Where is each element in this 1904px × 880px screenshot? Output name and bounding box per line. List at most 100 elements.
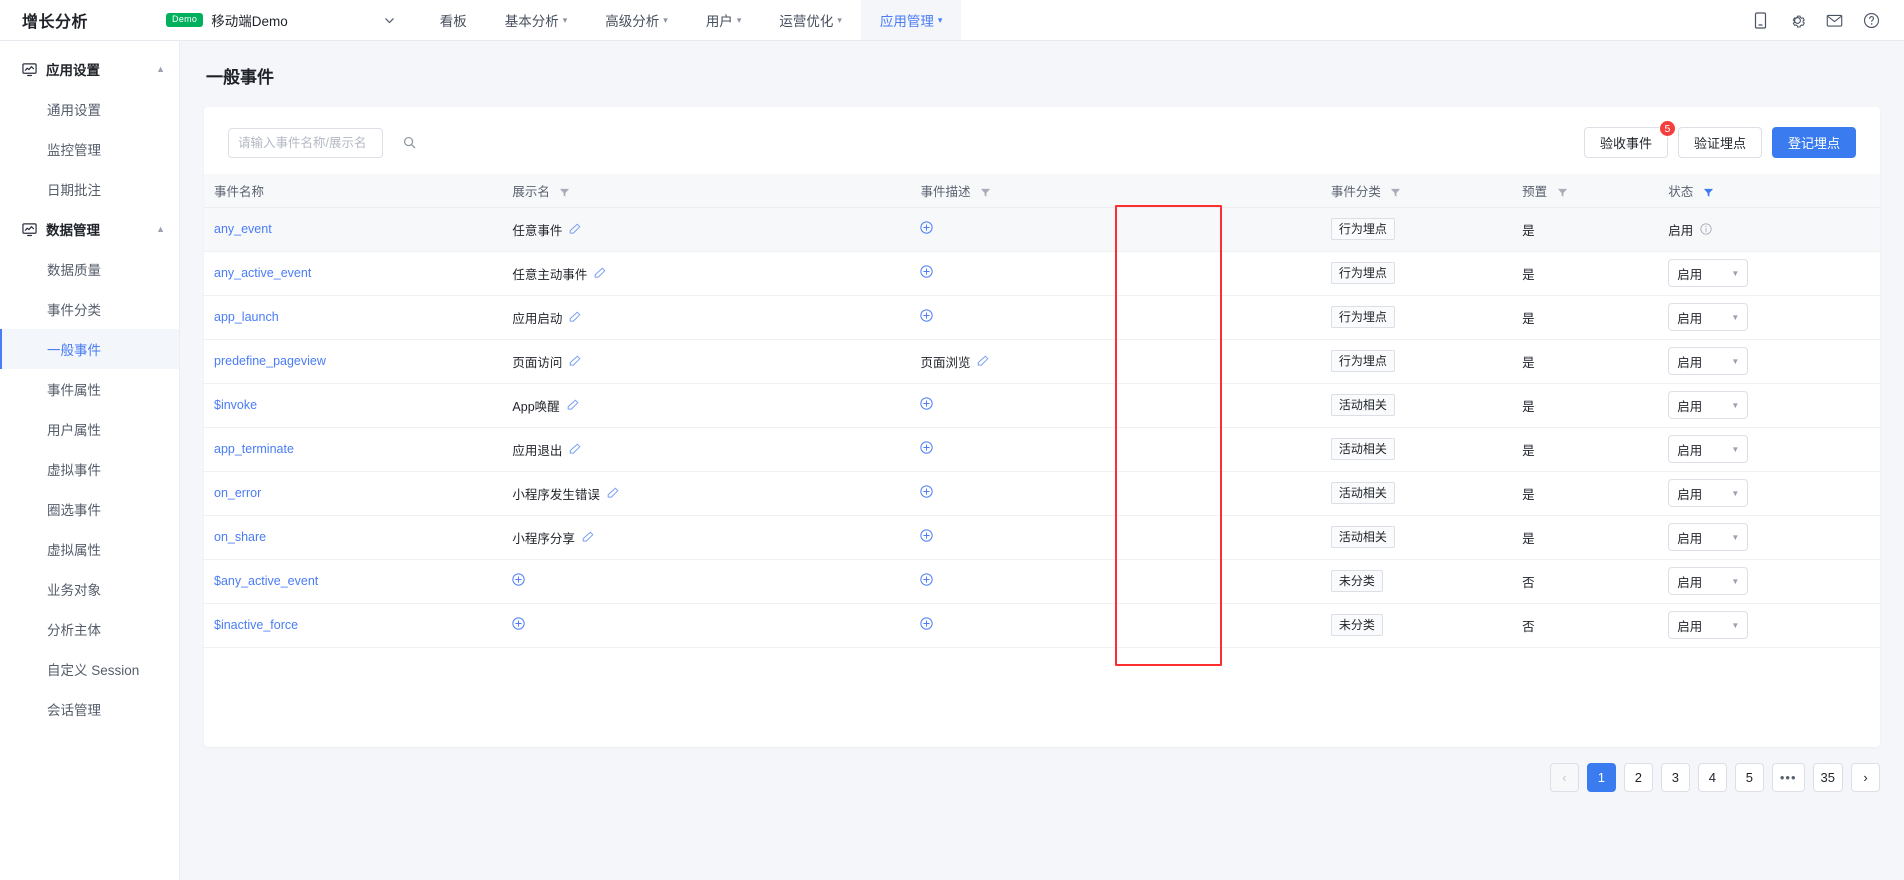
- edit-pencil-icon[interactable]: [977, 355, 989, 367]
- edit-pencil-icon[interactable]: [567, 399, 579, 411]
- event-name-link[interactable]: app_terminate: [214, 442, 294, 456]
- nav-item-5-active[interactable]: 应用管理 ▾: [860, 0, 962, 40]
- help-icon[interactable]: [1863, 12, 1880, 29]
- sidebar-item-monitor-management[interactable]: 监控管理: [0, 129, 179, 169]
- column-header-preset[interactable]: 预置: [1512, 174, 1659, 208]
- edit-pencil-icon[interactable]: [607, 487, 619, 499]
- event-name-link[interactable]: predefine_pageview: [214, 354, 326, 368]
- nav-item-0[interactable]: 看板: [421, 0, 486, 40]
- pagination-page-2[interactable]: 2: [1623, 763, 1653, 792]
- pagination-page-4[interactable]: 4: [1697, 763, 1727, 792]
- search-input-wrapper[interactable]: [228, 127, 416, 158]
- sidebar-item-general-events[interactable]: 一般事件: [0, 329, 179, 369]
- status-select[interactable]: 启用 ▼: [1668, 567, 1749, 595]
- add-circle-icon[interactable]: [920, 265, 934, 278]
- add-circle-icon[interactable]: [920, 441, 934, 454]
- pagination-next[interactable]: ›: [1851, 763, 1880, 792]
- project-selector[interactable]: Demo 移动端Demo: [166, 0, 395, 40]
- event-name-link[interactable]: on_error: [214, 486, 261, 500]
- pagination-ellipsis[interactable]: •••: [1771, 763, 1805, 792]
- edit-pencil-icon[interactable]: [569, 223, 581, 235]
- edit-pencil-icon[interactable]: [582, 531, 594, 543]
- sidebar-item-data-quality[interactable]: 数据质量: [0, 249, 179, 289]
- sidebar-item-business-object[interactable]: 业务对象: [0, 569, 179, 609]
- verify-tracking-button[interactable]: 验证埋点: [1677, 127, 1762, 158]
- sidebar-item-event-properties[interactable]: 事件属性: [0, 369, 179, 409]
- table-row[interactable]: predefine_pageview 页面访问 页面浏览 行为埋点 是 启用 ▼: [204, 339, 1880, 384]
- add-circle-icon[interactable]: [920, 529, 934, 542]
- sidebar-group-data-management[interactable]: 数据管理 ▲: [0, 209, 179, 249]
- add-circle-icon[interactable]: [920, 221, 934, 234]
- sidebar-item-virtual-events[interactable]: 虚拟事件: [0, 449, 179, 489]
- mobile-icon[interactable]: [1752, 11, 1769, 29]
- gear-icon[interactable]: [1789, 12, 1806, 29]
- column-header-status[interactable]: 状态: [1658, 174, 1880, 208]
- edit-pencil-icon[interactable]: [569, 355, 581, 367]
- status-select[interactable]: 启用 ▼: [1668, 259, 1749, 287]
- sidebar-item-date-annotation[interactable]: 日期批注: [0, 169, 179, 209]
- sidebar-item-selected-events[interactable]: 圈选事件: [0, 489, 179, 529]
- status-select[interactable]: 启用 ▼: [1668, 391, 1749, 419]
- event-name-link[interactable]: $inactive_force: [214, 618, 298, 632]
- accept-events-button[interactable]: 验收事件 5: [1583, 120, 1676, 158]
- table-row[interactable]: on_share 小程序分享 活动相关 是 启用 ▼: [204, 515, 1880, 560]
- add-circle-icon[interactable]: [920, 617, 934, 630]
- edit-pencil-icon[interactable]: [569, 443, 581, 455]
- status-select[interactable]: 启用 ▼: [1668, 435, 1749, 463]
- add-circle-icon[interactable]: [512, 573, 526, 586]
- status-select[interactable]: 启用 ▼: [1668, 611, 1749, 639]
- pagination-page-1[interactable]: 1: [1586, 763, 1616, 792]
- column-header-display-name[interactable]: 展示名: [502, 174, 911, 208]
- edit-pencil-icon[interactable]: [569, 311, 581, 323]
- event-name-link[interactable]: any_active_event: [214, 266, 311, 280]
- edit-pencil-icon[interactable]: [594, 267, 606, 279]
- table-row[interactable]: app_launch 应用启动 行为埋点 是 启用 ▼: [204, 295, 1880, 340]
- chevron-down-icon[interactable]: [384, 15, 395, 26]
- table-row[interactable]: any_event 任意事件 行为埋点 是 启用: [204, 207, 1880, 252]
- status-select[interactable]: 启用 ▼: [1668, 303, 1749, 331]
- add-circle-icon[interactable]: [920, 485, 934, 498]
- search-input[interactable]: [238, 135, 399, 150]
- add-circle-icon[interactable]: [512, 617, 526, 630]
- pagination-page-last[interactable]: 35: [1812, 763, 1843, 792]
- column-header-event-description[interactable]: 事件描述: [910, 174, 1321, 208]
- mail-icon[interactable]: [1826, 12, 1843, 29]
- filter-icon[interactable]: [980, 187, 991, 198]
- event-name-link[interactable]: $invoke: [214, 398, 257, 412]
- status-select[interactable]: 启用 ▼: [1668, 479, 1749, 507]
- sidebar-item-analysis-subject[interactable]: 分析主体: [0, 609, 179, 649]
- event-name-link[interactable]: any_event: [214, 222, 272, 236]
- sidebar-item-session-management[interactable]: 会话管理: [0, 689, 179, 729]
- nav-item-2[interactable]: 高级分析 ▾: [586, 0, 687, 40]
- table-row[interactable]: $invoke App唤醒 活动相关 是 启用 ▼: [204, 383, 1880, 428]
- sidebar-group-app-settings[interactable]: 应用设置 ▲: [0, 49, 179, 89]
- table-row[interactable]: any_active_event 任意主动事件 行为埋点 是 启用 ▼: [204, 251, 1880, 296]
- table-row[interactable]: $inactive_force 未分类 否 启用 ▼: [204, 603, 1880, 648]
- pagination-page-5[interactable]: 5: [1734, 763, 1764, 792]
- filter-icon[interactable]: [1390, 187, 1401, 198]
- add-circle-icon[interactable]: [920, 573, 934, 586]
- status-select[interactable]: 启用 ▼: [1668, 347, 1749, 375]
- sidebar-item-custom-session[interactable]: 自定义 Session: [0, 649, 179, 689]
- filter-icon[interactable]: [559, 187, 570, 198]
- event-name-link[interactable]: on_share: [214, 530, 266, 544]
- event-name-link[interactable]: app_launch: [214, 310, 279, 324]
- column-header-event-category[interactable]: 事件分类: [1320, 174, 1513, 208]
- nav-item-4[interactable]: 运营优化 ▾: [760, 0, 861, 40]
- search-icon[interactable]: [403, 136, 416, 149]
- table-row[interactable]: app_terminate 应用退出 活动相关 是 启用 ▼: [204, 427, 1880, 472]
- event-name-link[interactable]: $any_active_event: [214, 574, 318, 588]
- sidebar-item-virtual-properties[interactable]: 虚拟属性: [0, 529, 179, 569]
- nav-item-3[interactable]: 用户 ▾: [687, 0, 761, 40]
- filter-icon[interactable]: [1557, 187, 1568, 198]
- pagination-prev[interactable]: ‹: [1549, 763, 1579, 792]
- register-tracking-button[interactable]: 登记埋点: [1771, 127, 1856, 158]
- add-circle-icon[interactable]: [920, 397, 934, 410]
- status-select[interactable]: 启用 ▼: [1668, 523, 1749, 551]
- add-circle-icon[interactable]: [920, 309, 934, 322]
- sidebar-item-event-category[interactable]: 事件分类: [0, 289, 179, 329]
- nav-item-1[interactable]: 基本分析 ▾: [486, 0, 587, 40]
- table-row[interactable]: $any_active_event 未分类 否 启用 ▼: [204, 559, 1880, 604]
- filter-icon-active[interactable]: [1703, 187, 1714, 198]
- column-header-event-name[interactable]: 事件名称: [204, 174, 503, 208]
